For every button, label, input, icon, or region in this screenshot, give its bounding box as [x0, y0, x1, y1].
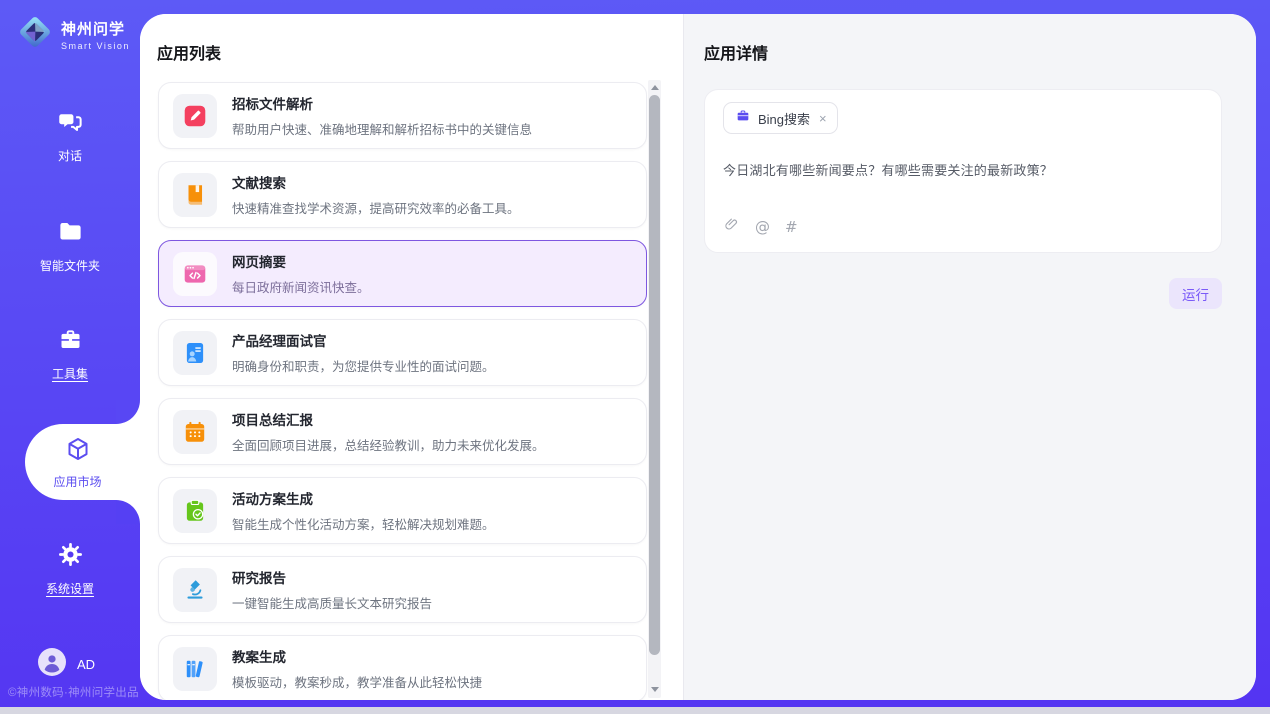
app-card[interactable]: 产品经理面试官 明确身份和职责，为您提供专业性的面试问题。	[158, 319, 647, 386]
sidebar-item-smart-folder[interactable]: 智能文件夹	[0, 218, 140, 274]
close-icon[interactable]: ×	[819, 112, 827, 125]
scroll-up-icon[interactable]	[648, 80, 661, 94]
app-title: 教案生成	[232, 646, 482, 666]
app-card[interactable]: 招标文件解析 帮助用户快速、准确地理解和解析招标书中的关键信息	[158, 82, 647, 149]
cube-icon	[64, 435, 102, 468]
sidebar-item-label: 系统设置	[46, 580, 94, 597]
brand-logo: 神州问学 Smart Vision	[16, 13, 130, 56]
edit-square-icon	[173, 94, 217, 138]
app-detail-title: 应用详情	[704, 40, 1222, 64]
sidebar-item-settings[interactable]: 系统设置	[0, 541, 140, 597]
person-doc-icon	[173, 331, 217, 375]
user-initials: AD	[77, 657, 95, 672]
gear-icon	[57, 541, 84, 573]
app-card[interactable]: 活动方案生成 智能生成个性化活动方案，轻松解决规划难题。	[158, 477, 647, 544]
app-card[interactable]: 教案生成 模板驱动，教案秒成，教学准备从此轻松快捷	[158, 635, 647, 700]
hash-icon[interactable]: #	[785, 218, 798, 236]
app-card[interactable]: 项目总结汇报 全面回顾项目进展，总结经验教训，助力未来优化发展。	[158, 398, 647, 465]
folder-icon	[57, 218, 84, 250]
app-desc: 快速精准查找学术资源，提高研究效率的必备工具。	[232, 198, 520, 217]
app-card[interactable]: 文献搜索 快速精准查找学术资源，提高研究效率的必备工具。	[158, 161, 647, 228]
scrollbar[interactable]	[648, 80, 661, 698]
tool-tag-label: Bing搜索	[758, 109, 810, 128]
browser-code-icon	[173, 252, 217, 296]
sidebar-item-chat[interactable]: 对话	[0, 108, 140, 164]
brand-name: 神州问学	[61, 18, 130, 39]
scrollbar-thumb[interactable]	[649, 95, 660, 655]
attachment-toolbar: @ #	[723, 216, 1203, 238]
app-title: 研究报告	[232, 567, 432, 587]
app-desc: 全面回顾项目进展，总结经验教训，助力未来优化发展。	[232, 435, 545, 454]
sidebar-item-label: 智能文件夹	[40, 257, 100, 274]
sidebar-item-label: 应用市场	[53, 473, 111, 490]
tab-curve-top	[116, 400, 140, 424]
tool-tag-bing-search[interactable]: Bing搜索 ×	[723, 102, 838, 134]
app-list-title: 应用列表	[157, 40, 221, 64]
book-icon	[173, 173, 217, 217]
paperclip-icon[interactable]	[723, 216, 740, 238]
copyright-text: ©神州数码·神州问学出品	[8, 684, 140, 700]
microscope-icon	[173, 568, 217, 612]
main-container: 应用列表 招标文件解析 帮助用户快速、准确地理解和解析招标书中的关键信息 文献搜…	[140, 14, 1256, 700]
app-card-list: 招标文件解析 帮助用户快速、准确地理解和解析招标书中的关键信息 文献搜索 快速精…	[158, 82, 647, 700]
run-button[interactable]: 运行	[1169, 278, 1222, 309]
sidebar-item-toolbox[interactable]: 工具集	[0, 326, 140, 382]
app-desc: 明确身份和职责，为您提供专业性的面试问题。	[232, 356, 495, 375]
bottom-edge-strip	[0, 707, 1270, 714]
app-title: 网页摘要	[232, 251, 370, 271]
chat-icon	[57, 108, 84, 140]
app-desc: 每日政府新闻资讯快查。	[232, 277, 370, 296]
user-account[interactable]: AD	[38, 648, 95, 681]
query-text[interactable]: 今日湖北有哪些新闻要点？有哪些需要关注的最新政策？	[723, 160, 1203, 179]
app-title: 项目总结汇报	[232, 409, 545, 429]
at-sign-icon[interactable]: @	[755, 218, 770, 236]
app-title: 产品经理面试官	[232, 330, 495, 350]
sidebar-item-label: 工具集	[52, 365, 88, 382]
calendar-icon	[173, 410, 217, 454]
app-card[interactable]: 研究报告 一键智能生成高质量长文本研究报告	[158, 556, 647, 623]
books-icon	[173, 647, 217, 691]
app-title: 文献搜索	[232, 172, 520, 192]
sidebar-item-app-market[interactable]: 应用市场	[25, 424, 140, 500]
diamond-logo-icon	[16, 13, 54, 56]
sidebar-item-label: 对话	[58, 147, 82, 164]
app-title: 招标文件解析	[232, 93, 532, 113]
app-desc: 帮助用户快速、准确地理解和解析招标书中的关键信息	[232, 119, 532, 138]
scroll-down-icon[interactable]	[648, 682, 661, 696]
app-desc: 模板驱动，教案秒成，教学准备从此轻松快捷	[232, 672, 482, 691]
app-title: 活动方案生成	[232, 488, 495, 508]
brand-subtitle: Smart Vision	[61, 41, 130, 51]
toolbox-icon	[57, 326, 84, 358]
app-list-panel: 应用列表 招标文件解析 帮助用户快速、准确地理解和解析招标书中的关键信息 文献搜…	[140, 14, 683, 700]
tab-curve-bottom	[116, 500, 140, 524]
person-icon avatar	[38, 648, 66, 681]
briefcase-icon	[735, 108, 751, 129]
app-detail-panel: 应用详情 Bing搜索 × 今日湖北有哪些新闻要点？有哪些需要关注的最新政策？	[683, 14, 1256, 700]
app-card[interactable]: 网页摘要 每日政府新闻资讯快查。	[158, 240, 647, 307]
clipboard-check-icon	[173, 489, 217, 533]
prompt-input-card[interactable]: Bing搜索 × 今日湖北有哪些新闻要点？有哪些需要关注的最新政策？ @ #	[704, 89, 1222, 253]
app-desc: 智能生成个性化活动方案，轻松解决规划难题。	[232, 514, 495, 533]
app-desc: 一键智能生成高质量长文本研究报告	[232, 593, 432, 612]
sidebar: 神州问学 Smart Vision 对话 智能文件夹	[0, 0, 140, 707]
